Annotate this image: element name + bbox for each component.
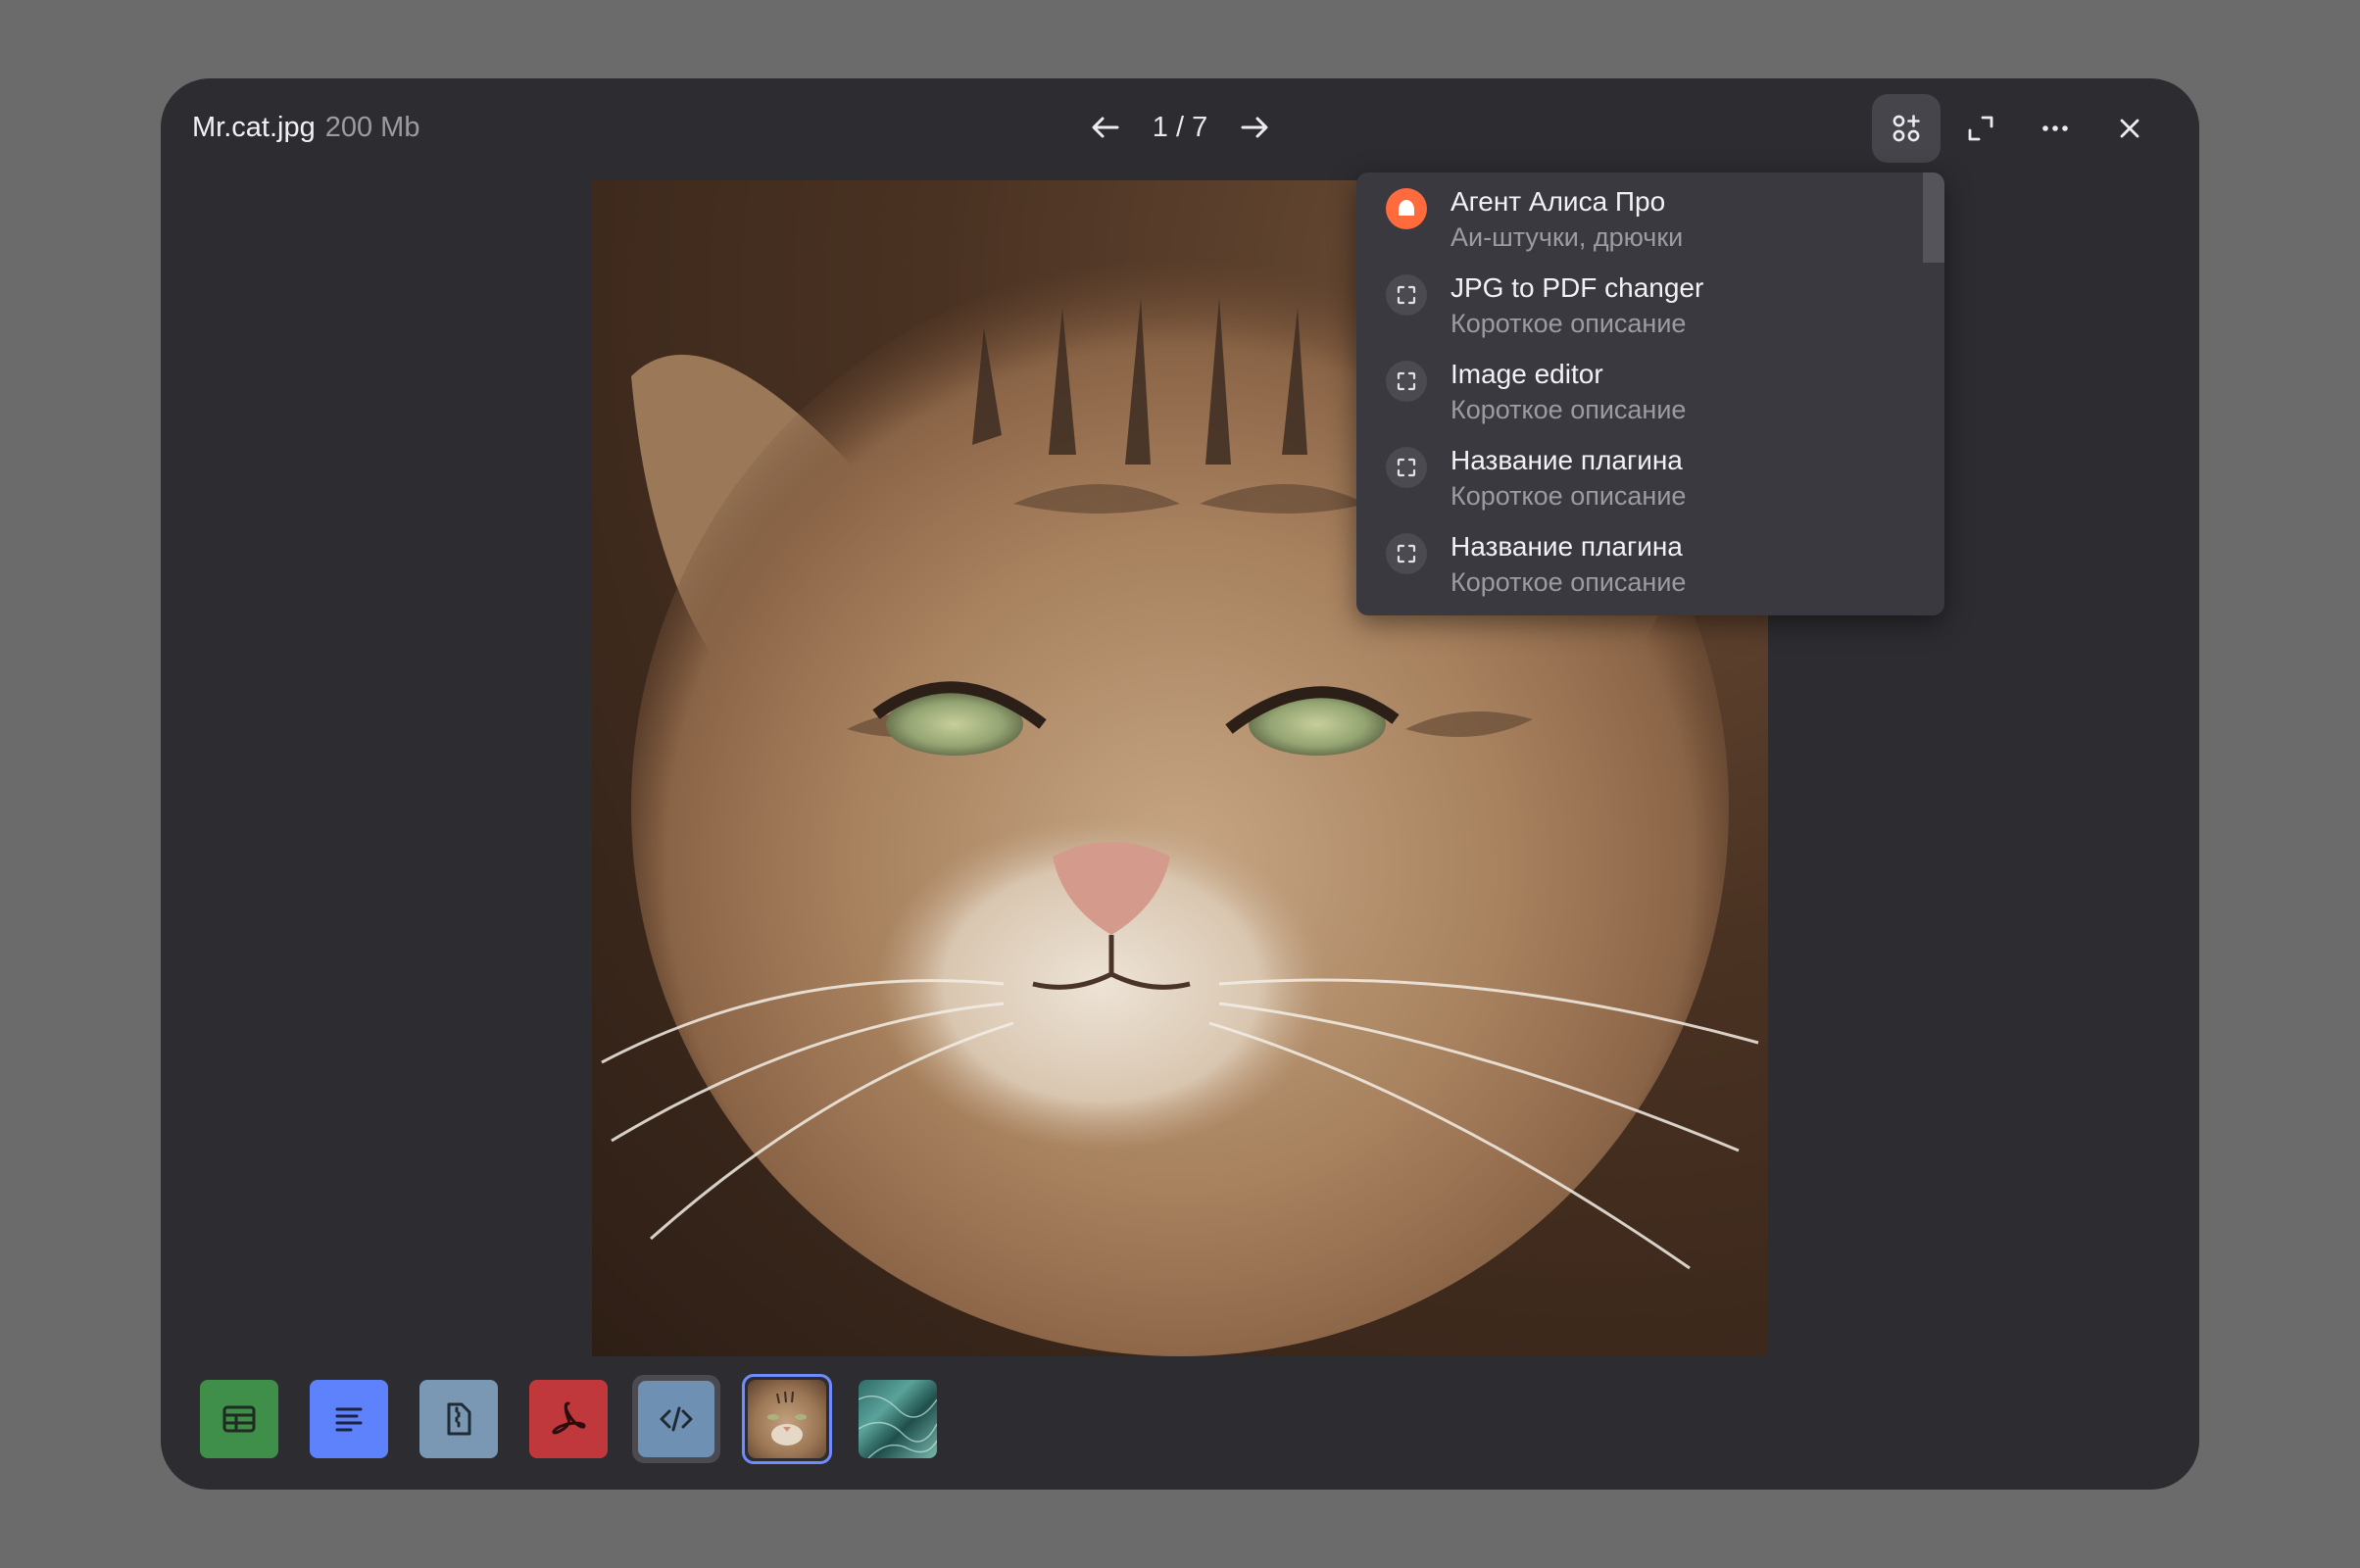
thumb-image-texture[interactable] [859, 1380, 937, 1458]
prev-button[interactable] [1082, 104, 1129, 151]
scrollbar-thumb[interactable] [1923, 172, 1944, 263]
thumb-archive[interactable] [419, 1380, 498, 1458]
plugin-item-5[interactable]: Название плагина Короткое описание [1356, 517, 1919, 604]
toolbar [1872, 94, 2164, 163]
apps-button[interactable] [1872, 94, 1941, 163]
plugins-menu: Агент Алиса Про Аи-штучки, дрючки JPG to… [1356, 172, 1944, 615]
text-lines-icon [335, 1407, 363, 1432]
menu-scrollbar[interactable] [1923, 172, 1944, 615]
plugin-title: Название плагина [1450, 531, 1683, 562]
archive-file-icon [447, 1402, 471, 1436]
file-title: Mr.cat.jpg 200 Mb [192, 114, 419, 142]
plugin-item-alice[interactable]: Агент Алиса Про Аи-штучки, дрючки [1356, 172, 1919, 259]
plugin-item-image-editor[interactable]: Image editor Короткое описание [1356, 345, 1919, 431]
thumb-text[interactable] [310, 1380, 388, 1458]
arrow-right-icon [1241, 117, 1268, 138]
plugin-title: Название плагина [1450, 445, 1683, 475]
close-icon [2120, 119, 2139, 138]
close-button[interactable] [2095, 94, 2164, 163]
page-counter: 1 / 7 [1152, 111, 1208, 143]
file-size: 200 Mb [324, 112, 420, 143]
code-icon [660, 1406, 693, 1432]
next-button[interactable] [1231, 104, 1278, 151]
plugin-frame-icon [1386, 274, 1427, 316]
plugin-description: Короткое описание [1450, 309, 1687, 338]
plugin-title: Image editor [1450, 359, 1603, 389]
thumb-spreadsheet[interactable] [200, 1380, 278, 1458]
cat-thumbnail [767, 1391, 807, 1446]
plugin-description: Короткое описание [1450, 567, 1687, 597]
arrow-left-icon [1092, 117, 1119, 138]
fullscreen-icon [1968, 116, 1993, 141]
thumb-pdf[interactable] [529, 1380, 608, 1458]
thumbnail-strip [200, 1374, 1082, 1474]
plugin-title: Агент Алиса Про [1450, 186, 1666, 217]
table-icon [222, 1405, 256, 1433]
plugin-title: JPG to PDF changer [1450, 272, 1704, 303]
fullscreen-button[interactable] [1946, 94, 2015, 163]
plugin-frame-icon [1386, 447, 1427, 488]
file-name: Mr.cat.jpg [192, 112, 316, 143]
alice-icon [1386, 188, 1427, 229]
more-button[interactable] [2021, 94, 2090, 163]
thumb-image-cat[interactable] [742, 1374, 832, 1464]
thumb-code[interactable] [632, 1375, 720, 1463]
plugin-description: Короткое описание [1450, 395, 1687, 424]
plugin-description: Короткое описание [1450, 481, 1687, 511]
texture-thumbnail [859, 1395, 937, 1458]
more-icon [2042, 125, 2068, 131]
file-viewer: Mr.cat.jpg 200 Mb 1 / 7 Агент Алиса Про … [161, 78, 2199, 1490]
plugin-item-4[interactable]: Название плагина Короткое описание [1356, 431, 1919, 517]
plugin-item-jpg-to-pdf[interactable]: JPG to PDF changer Короткое описание [1356, 259, 1919, 345]
pdf-icon [552, 1401, 586, 1435]
plugin-frame-icon [1386, 533, 1427, 574]
apps-add-icon [1893, 115, 1920, 142]
plugin-frame-icon [1386, 361, 1427, 402]
plugin-description: Аи-штучки, дрючки [1450, 222, 1684, 252]
